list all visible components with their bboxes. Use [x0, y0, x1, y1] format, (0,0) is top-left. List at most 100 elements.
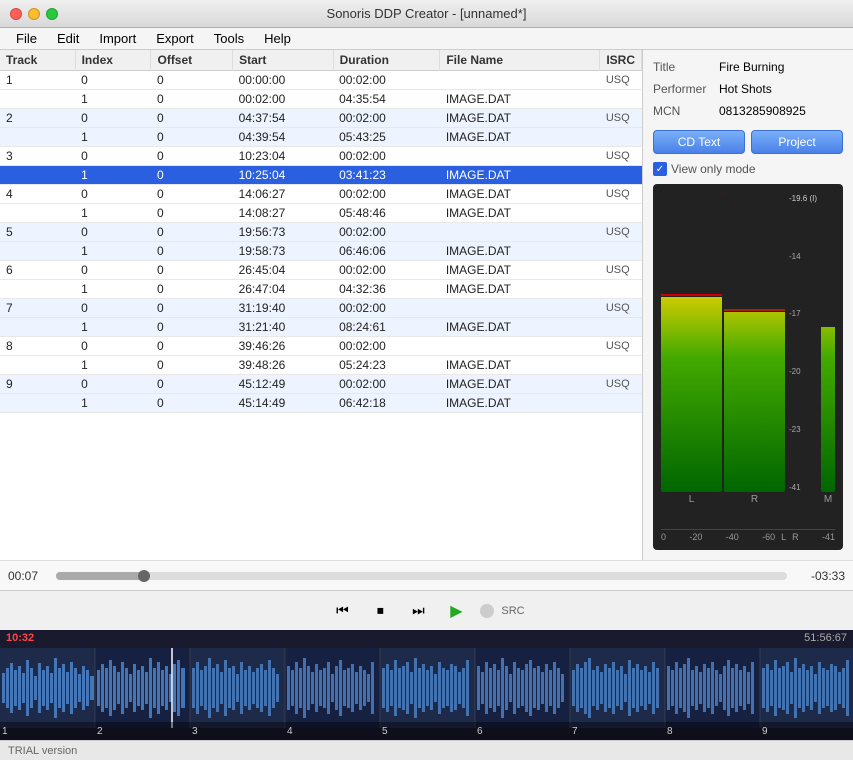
src-label: SRC — [501, 605, 524, 617]
meter-bar-l — [661, 192, 722, 492]
db-neg41: -41 — [822, 532, 835, 542]
title-label: Title — [653, 60, 713, 74]
table-row[interactable]: 1039:48:2605:24:23IMAGE.DAT — [0, 356, 642, 375]
table-row[interactable]: 80039:46:2600:02:00USQ — [0, 337, 642, 356]
scale-17: -17 — [789, 309, 817, 318]
waveform-time-left: 10:32 — [6, 632, 34, 644]
table-row[interactable]: 1010:25:0403:41:23IMAGE.DAT — [0, 166, 642, 185]
db-0: 0 — [661, 532, 666, 542]
performer-label: Performer — [653, 82, 713, 96]
track-label-8: 8 — [667, 726, 673, 737]
db-bottom: -60 L R — [762, 532, 799, 542]
progress-thumb — [138, 570, 150, 582]
track-label-6: 6 — [477, 726, 483, 737]
window-title: Sonoris DDP Creator - [unnamed*] — [327, 6, 527, 21]
track-label-4: 4 — [287, 726, 293, 737]
scale-23: -23 — [789, 425, 817, 434]
meter-bar-m — [821, 192, 835, 492]
src-icon — [480, 604, 494, 618]
skip-back-button[interactable]: ⏮ — [328, 599, 356, 623]
col-track: Track — [0, 50, 75, 71]
mcn-value: 0813285908925 — [719, 104, 806, 118]
table-row[interactable]: 20004:37:5400:02:00IMAGE.DATUSQ — [0, 109, 642, 128]
progress-area: 00:07 -03:33 — [0, 560, 853, 590]
track-label-1: 1 — [2, 726, 8, 737]
table-row[interactable]: 70031:19:4000:02:00USQ — [0, 299, 642, 318]
maximize-button[interactable] — [46, 8, 58, 20]
menu-export[interactable]: Export — [148, 29, 202, 48]
db-labels: 0 -20 -40 -60 L R -41 — [661, 529, 835, 542]
table-row[interactable]: 1045:14:4906:42:18IMAGE.DAT — [0, 394, 642, 413]
close-button[interactable] — [10, 8, 22, 20]
table-row[interactable]: 40014:06:2700:02:00IMAGE.DATUSQ — [0, 185, 642, 204]
col-filename: File Name — [440, 50, 600, 71]
menu-import[interactable]: Import — [91, 29, 144, 48]
skip-forward-button[interactable]: ⏭ — [404, 599, 432, 623]
db-neg60: -60 — [762, 532, 775, 542]
menu-edit[interactable]: Edit — [49, 29, 87, 48]
title-row: Title Fire Burning — [653, 60, 843, 74]
main-content: Track Index Offset Start Duration File N… — [0, 50, 853, 560]
window-controls — [10, 8, 58, 20]
track-label-3: 3 — [192, 726, 198, 737]
cdtext-button[interactable]: CD Text — [653, 130, 745, 154]
meter-scale: -19.6 (I) -14 -17 -20 -23 -41 — [789, 192, 817, 492]
menu-bar: File Edit Import Export Tools Help — [0, 28, 853, 50]
table-row[interactable]: 1004:39:5405:43:25IMAGE.DAT — [0, 128, 642, 147]
view-only-label: View only mode — [671, 162, 756, 176]
status-text: TRIAL version — [8, 745, 77, 757]
performer-value: Hot Shots — [719, 82, 772, 96]
table-row[interactable]: 1014:08:2705:48:46IMAGE.DAT — [0, 204, 642, 223]
track-label-5: 5 — [382, 726, 388, 737]
minimize-button[interactable] — [28, 8, 40, 20]
view-only-row: ✓ View only mode — [653, 162, 843, 176]
table-header-row: Track Index Offset Start Duration File N… — [0, 50, 642, 71]
db-L-label: L — [781, 532, 786, 542]
table-row[interactable]: 1019:58:7306:46:06IMAGE.DAT — [0, 242, 642, 261]
db-neg20: -20 — [689, 532, 702, 542]
stop-button[interactable]: ⏹ — [366, 599, 394, 623]
progress-track[interactable] — [56, 572, 787, 580]
src-indicator: SRC — [480, 604, 524, 618]
vu-meter: L R -19.6 (I) -14 -17 -20 -23 -41 — [653, 184, 843, 550]
transport-bar: ⏮ ⏹ ⏭ ▶ SRC — [0, 590, 853, 630]
waveform-track-labels: 1 2 3 4 5 6 7 8 9 — [0, 722, 853, 740]
menu-tools[interactable]: Tools — [206, 29, 252, 48]
right-panel: Title Fire Burning Performer Hot Shots M… — [643, 50, 853, 560]
track-table: Track Index Offset Start Duration File N… — [0, 50, 642, 413]
waveform-area[interactable]: 10:32 51:56:67 — [0, 630, 853, 740]
menu-file[interactable]: File — [8, 29, 45, 48]
action-buttons: CD Text Project — [653, 130, 843, 154]
track-label-9: 9 — [762, 726, 768, 737]
menu-help[interactable]: Help — [256, 29, 299, 48]
table-row[interactable]: 50019:56:7300:02:00USQ — [0, 223, 642, 242]
table-row[interactable]: 30010:23:0400:02:00USQ — [0, 147, 642, 166]
table-row[interactable]: 60026:45:0400:02:00IMAGE.DATUSQ — [0, 261, 642, 280]
table-row[interactable]: 1031:21:4008:24:61IMAGE.DAT — [0, 318, 642, 337]
view-only-checkbox[interactable]: ✓ — [653, 162, 667, 176]
col-isrc: ISRC — [600, 50, 642, 71]
time-left: 00:07 — [8, 569, 48, 583]
status-bar: TRIAL version — [0, 740, 853, 760]
track-table-container[interactable]: Track Index Offset Start Duration File N… — [0, 50, 643, 560]
waveform-time-right: 51:56:67 — [804, 632, 847, 644]
mcn-label: MCN — [653, 104, 713, 118]
scale-top: -19.6 (I) — [789, 194, 817, 203]
table-row[interactable]: 1026:47:0404:32:36IMAGE.DAT — [0, 280, 642, 299]
waveform-times: 10:32 51:56:67 — [0, 630, 853, 646]
meter-bar-r — [724, 192, 785, 492]
title-bar: Sonoris DDP Creator - [unnamed*] — [0, 0, 853, 28]
project-button[interactable]: Project — [751, 130, 843, 154]
meter-l-label: L — [661, 494, 722, 505]
db-R-label: R — [792, 532, 799, 542]
scale-20: -20 — [789, 367, 817, 376]
db-neg40: -40 — [726, 532, 739, 542]
performer-row: Performer Hot Shots — [653, 82, 843, 96]
progress-fill — [56, 572, 144, 580]
table-row[interactable]: 1000:02:0004:35:54IMAGE.DAT — [0, 90, 642, 109]
table-row[interactable]: 10000:00:0000:02:00USQ — [0, 71, 642, 90]
col-start: Start — [233, 50, 334, 71]
play-button[interactable]: ▶ — [442, 599, 470, 623]
table-row[interactable]: 90045:12:4900:02:00IMAGE.DATUSQ — [0, 375, 642, 394]
scale-41-m: -41 — [789, 483, 817, 492]
